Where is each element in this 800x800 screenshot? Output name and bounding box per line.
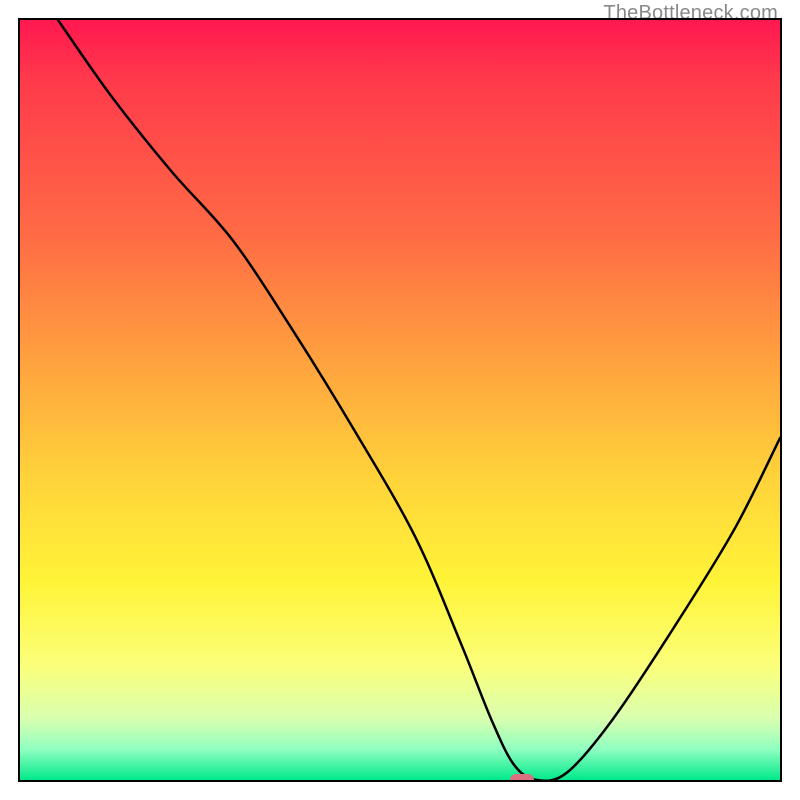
- bottleneck-line: [20, 20, 780, 780]
- bottleneck-chart: TheBottleneck.com: [0, 0, 800, 800]
- optimum-marker: [510, 774, 534, 782]
- plot-area: [18, 18, 782, 782]
